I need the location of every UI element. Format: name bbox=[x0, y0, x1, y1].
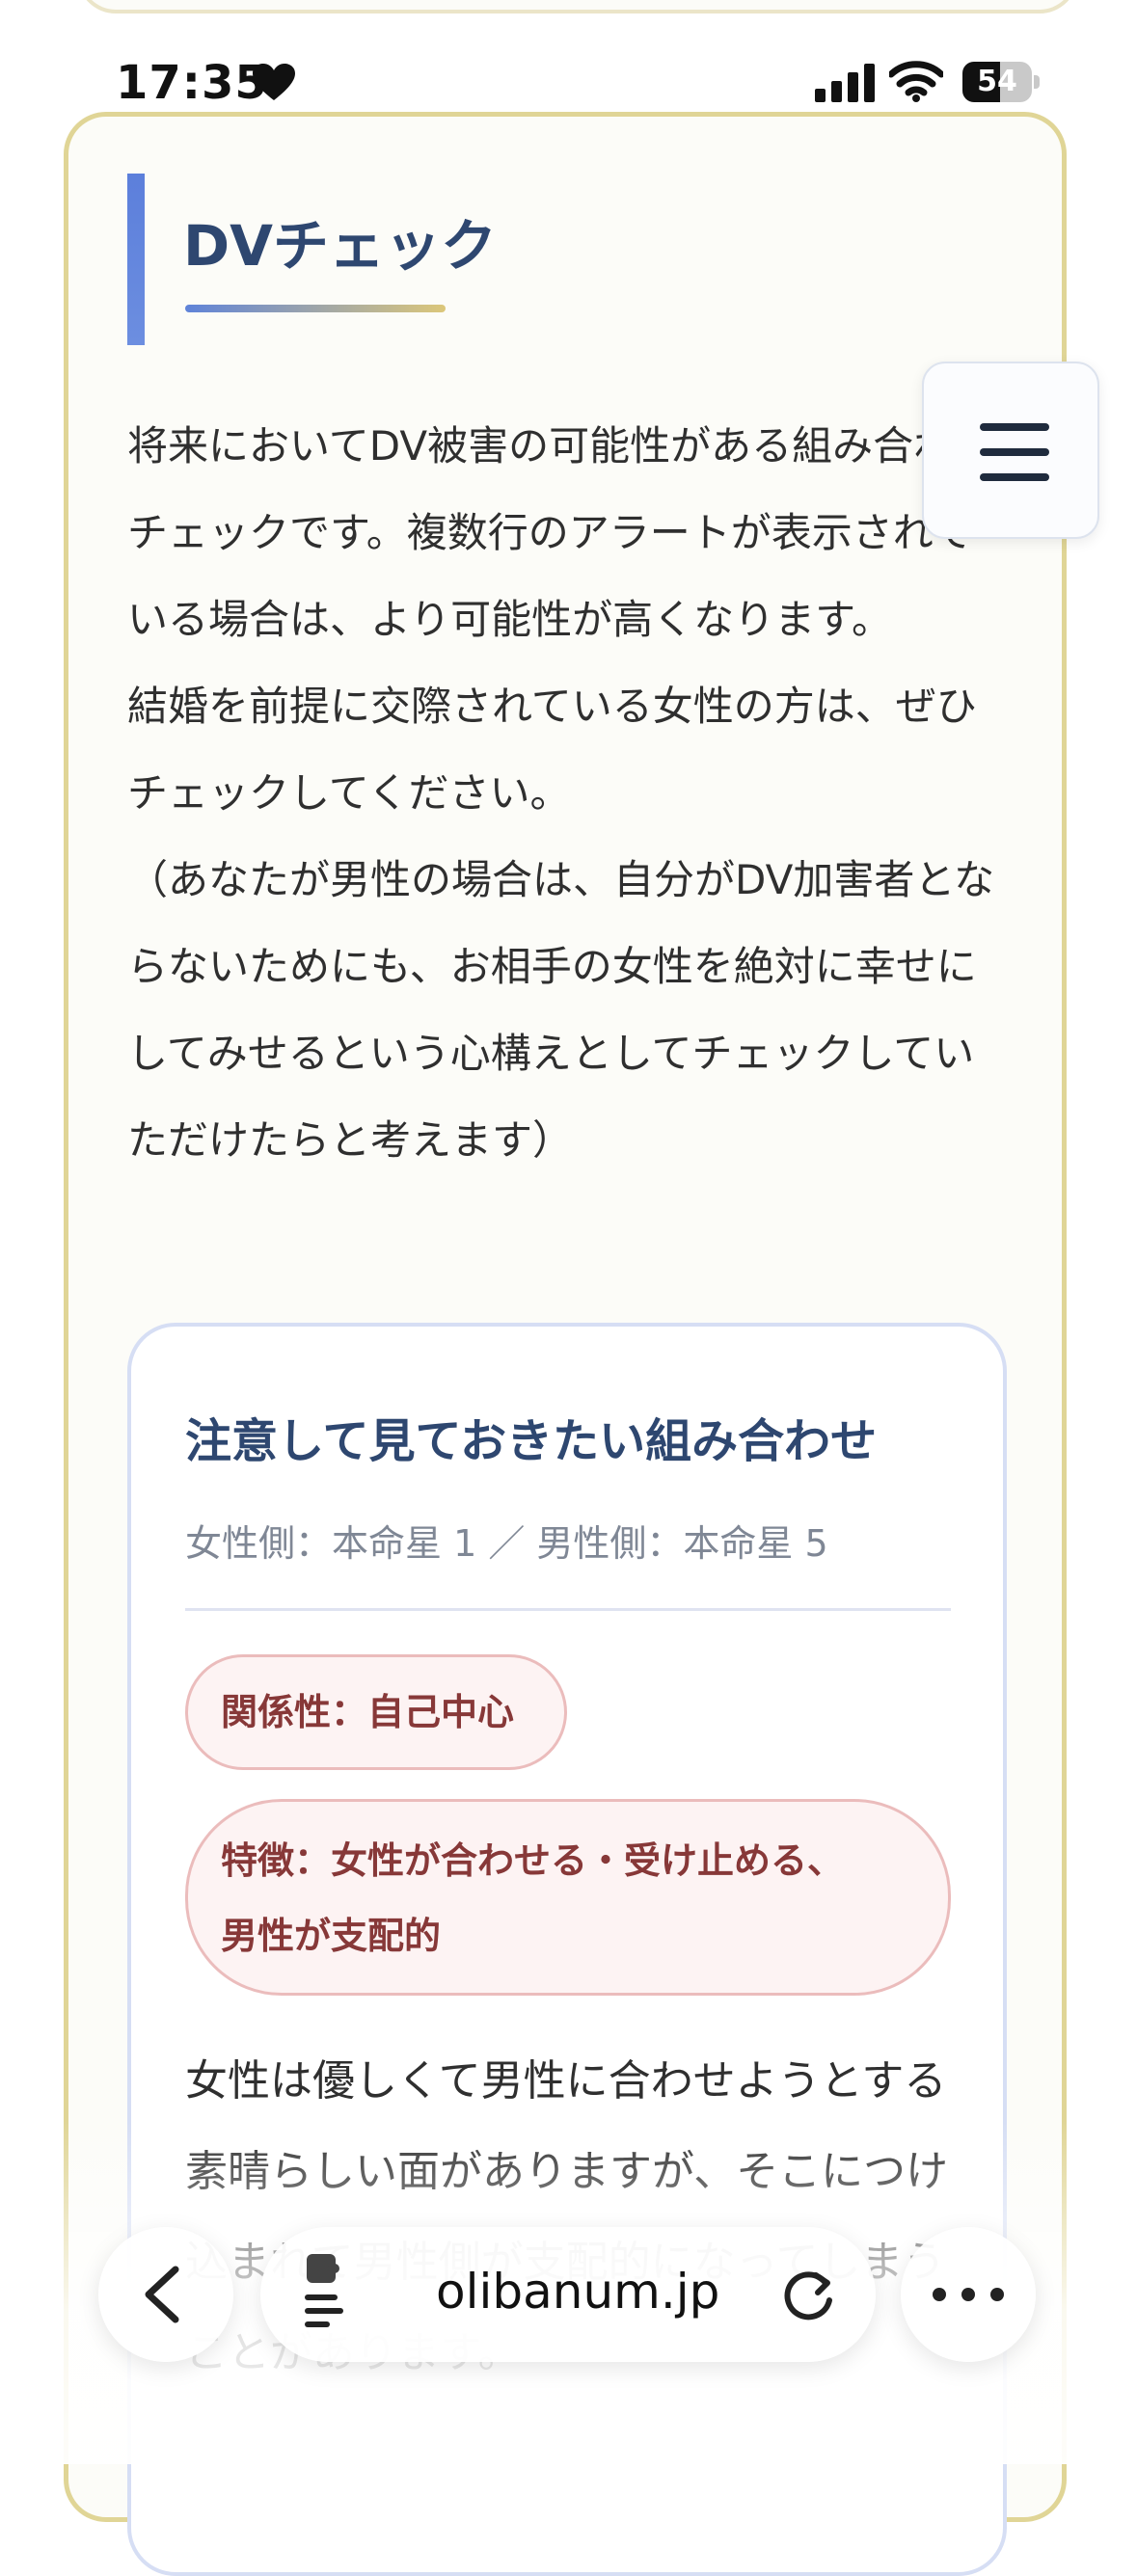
reload-icon[interactable] bbox=[781, 2266, 839, 2323]
intro-text: 将来においてDV被害の可能性がある組み合わせチェックです。複数行のアラートが表示… bbox=[127, 403, 1005, 1184]
intro-paragraph-3: （あなたが男性の場合は、自分がDV加害者とならないためにも、お相手の女性を絶対に… bbox=[127, 856, 995, 1164]
intro-paragraph-2: 結婚を前提に交際されている女性の方は、ぜひチェックしてください。 bbox=[127, 683, 977, 817]
menu-button[interactable] bbox=[922, 362, 1099, 539]
result-card-subtitle: 女性側：本命星 1 ／ 男性側：本命星 5 bbox=[185, 1522, 828, 1565]
more-button[interactable] bbox=[901, 2227, 1036, 2362]
feature-badge: 特徴：女性が合わせる・受け止める、 男性が支配的 bbox=[185, 1799, 951, 1996]
url-text[interactable]: olibanum.jp bbox=[436, 2264, 719, 2320]
heading-underline bbox=[185, 305, 446, 312]
intro-paragraph-1: 将来においてDV被害の可能性がある組み合わせチェックです。複数行のアラートが表示… bbox=[127, 422, 995, 643]
section-heading: DVチェック bbox=[183, 213, 498, 279]
status-time: 17:35 bbox=[116, 56, 268, 110]
feature-badge-line-1: 特徴：女性が合わせる・受け止める、 bbox=[221, 1839, 845, 1882]
cellular-signal-icon bbox=[815, 64, 875, 102]
more-ellipsis-icon bbox=[933, 2288, 1004, 2301]
heart-icon bbox=[253, 64, 295, 100]
extension-puzzle-icon[interactable] bbox=[295, 2254, 353, 2331]
result-card-title: 注意して見ておきたい組み合わせ bbox=[185, 1414, 878, 1468]
feature-badge-line-2: 男性が支配的 bbox=[221, 1915, 442, 1957]
back-button[interactable] bbox=[98, 2227, 233, 2362]
relationship-badge: 関係性：自己中心 bbox=[185, 1654, 567, 1770]
battery-icon: 54 bbox=[962, 62, 1042, 104]
chevron-left-icon bbox=[145, 2266, 179, 2323]
result-card-divider bbox=[185, 1608, 951, 1611]
heading-accent-bar bbox=[127, 174, 145, 345]
wifi-icon bbox=[889, 61, 943, 102]
battery-level: 54 bbox=[977, 65, 1017, 98]
